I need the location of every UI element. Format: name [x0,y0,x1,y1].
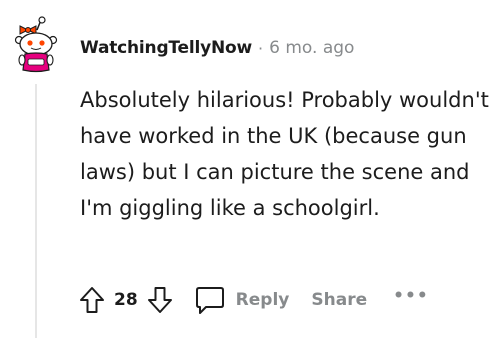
upvote-arrow-icon [80,287,104,313]
comment-age[interactable]: 6 mo. ago [269,38,354,58]
user-avatar[interactable] [6,16,66,76]
reply-button[interactable]: Reply [194,285,290,315]
speech-bubble-icon [195,287,224,314]
upvote-button[interactable] [72,282,112,318]
comment: WatchingTellyNow · 6 mo. ago Absolutely … [0,0,500,338]
vote-score: 28 [114,290,138,310]
meta-separator: · [258,38,264,58]
downvote-arrow-icon [147,287,172,313]
reply-label: Reply [235,290,290,310]
more-options-button[interactable]: ••• [393,286,429,306]
comment-actions: 28 Reply Share ••• [72,282,429,318]
username-link[interactable]: WatchingTellyNow [80,38,252,58]
thread-line[interactable] [35,84,37,338]
comment-header: WatchingTellyNow · 6 mo. ago [80,36,354,60]
downvote-button[interactable] [140,282,180,318]
snoo-avatar-icon [14,16,58,73]
share-button[interactable]: Share [311,290,367,310]
comment-body: Absolutely hilarious! Probably wouldn't … [80,88,489,220]
